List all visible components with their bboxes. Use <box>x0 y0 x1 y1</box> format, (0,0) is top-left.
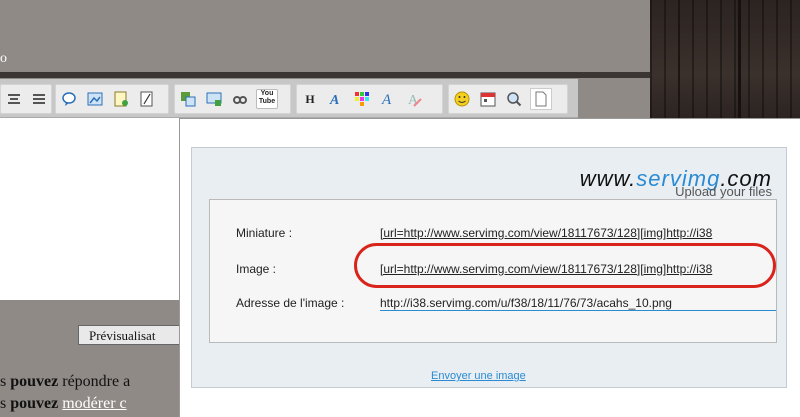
font-icon[interactable]: A <box>378 89 398 109</box>
upload-image-link[interactable]: Envoyer une image <box>431 370 526 382</box>
servimg-tagline: Upload your files <box>675 184 772 199</box>
permission-line-reply: s pouvez répondre a <box>0 373 130 391</box>
line1-prefix: s <box>0 373 11 390</box>
font-style-icon[interactable]: A <box>326 89 346 109</box>
image-address-value[interactable]: http://i38.servimg.com/u/f38/18/11/76/73… <box>380 296 776 311</box>
calendar-icon[interactable] <box>478 89 498 109</box>
svg-text:A: A <box>408 93 419 107</box>
line2-bold: pouvez <box>10 395 59 412</box>
toolbar-group-misc <box>448 84 568 114</box>
youtube-icon[interactable]: You Tube <box>256 89 278 109</box>
image-address-label: Adresse de l'image : <box>236 296 345 310</box>
toolbar-group-insert <box>55 84 169 114</box>
line2-prefix: s <box>0 395 11 412</box>
permission-line-moderate: s pouvez modérer c <box>0 395 127 413</box>
header-divider <box>0 72 650 78</box>
align-justify-icon[interactable] <box>29 89 48 109</box>
moderate-link[interactable]: modérer c <box>62 395 126 412</box>
svg-text:A: A <box>329 93 339 107</box>
toolbar-group-media: You Tube <box>174 84 291 114</box>
comment-icon[interactable] <box>59 89 79 109</box>
search-icon[interactable] <box>504 89 524 109</box>
link-icon[interactable] <box>230 89 250 109</box>
preview-button[interactable]: Prévisualisat <box>78 325 188 345</box>
hosted-image-icon[interactable] <box>178 89 198 109</box>
youtube-logo: You Tube <box>256 89 278 109</box>
color-grid-icon[interactable] <box>352 89 372 109</box>
toolbar-group-align <box>0 84 52 114</box>
svg-text:A: A <box>381 92 392 107</box>
align-center-icon[interactable] <box>4 89 23 109</box>
screen-icon[interactable] <box>204 89 224 109</box>
editor-toolbar: You Tube H A A A <box>0 79 578 118</box>
blank-page-icon[interactable] <box>137 89 157 109</box>
document-icon[interactable] <box>530 88 552 110</box>
note-icon[interactable] <box>111 89 131 109</box>
miniature-label: Miniature : <box>236 226 293 240</box>
header-text-fragment: o <box>0 51 7 66</box>
line1-bold: pouvez <box>10 373 59 390</box>
highlight-annotation <box>354 243 776 288</box>
clear-format-icon[interactable]: A <box>404 89 424 109</box>
image-link-icon[interactable] <box>85 89 105 109</box>
line1-text: répondre a <box>58 373 131 390</box>
toolbar-group-format: H A A A <box>296 84 443 114</box>
smiley-icon[interactable] <box>452 89 472 109</box>
logo-prefix: www. <box>579 166 637 191</box>
image-label: Image : <box>236 262 277 276</box>
heading-icon[interactable]: H <box>300 89 320 109</box>
miniature-code[interactable]: [url=http://www.servimg.com/view/1811767… <box>380 226 776 240</box>
message-editor[interactable] <box>0 118 180 300</box>
